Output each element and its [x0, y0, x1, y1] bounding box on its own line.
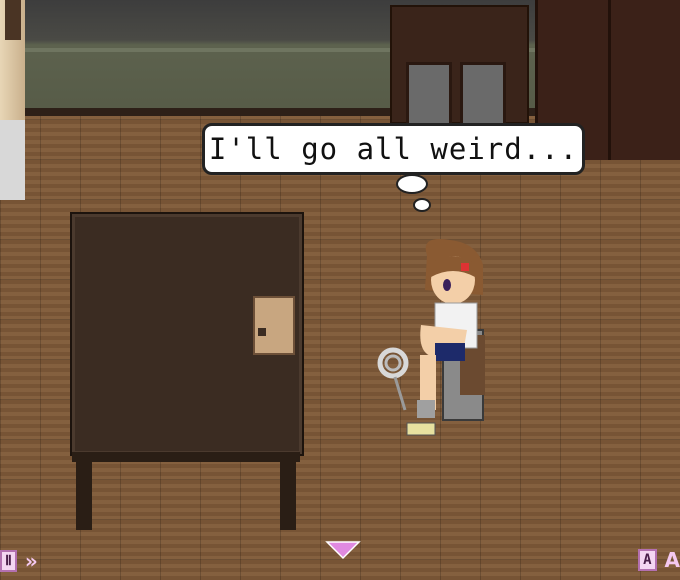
dialogue-bubble[interactable]: I'll go all weird...	[202, 123, 585, 175]
wall-frame	[5, 0, 21, 40]
girl-character-sprite	[377, 239, 485, 436]
thought-dot-large	[396, 174, 428, 194]
down-triangle-icon[interactable]	[325, 540, 361, 560]
dialogue-text: I'll go all weird...	[208, 132, 579, 166]
skip-icon[interactable]: »	[25, 549, 38, 573]
pause-icon[interactable]: Ⅱ	[0, 550, 17, 572]
table-apron	[72, 452, 300, 462]
hud-left: Ⅱ »	[0, 548, 38, 574]
game-scene: I'll go all weird... Ⅱ » A A	[0, 0, 680, 580]
table-leg-left	[76, 455, 92, 530]
thought-dot-small	[413, 198, 431, 212]
table-leg-right	[280, 455, 296, 530]
auto-label: A	[664, 548, 680, 572]
glass-cabinet	[390, 5, 529, 128]
note-paper[interactable]	[253, 296, 295, 355]
hud-right: A A	[638, 545, 680, 575]
auto-icon[interactable]: A	[638, 549, 657, 571]
